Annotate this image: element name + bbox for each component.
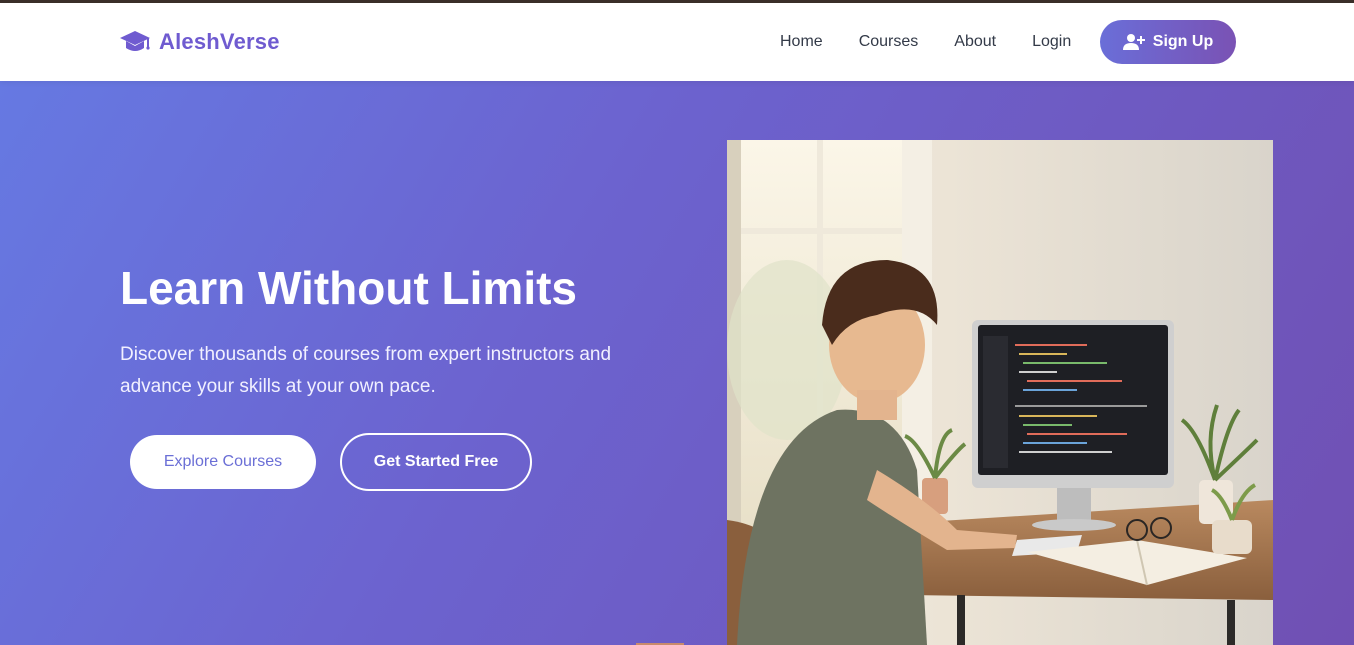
- user-plus-icon: [1122, 34, 1145, 50]
- hero-illustration: [727, 140, 1273, 645]
- main-nav: Home Courses About Login: [780, 3, 1107, 81]
- nav-link-courses[interactable]: Courses: [859, 33, 919, 51]
- signup-label: Sign Up: [1152, 33, 1214, 50]
- nav-link-home[interactable]: Home: [780, 33, 823, 51]
- signup-button[interactable]: Sign Up: [1100, 20, 1236, 64]
- explore-courses-button[interactable]: Explore Courses: [130, 435, 316, 489]
- brand-logo[interactable]: AleshVerse: [119, 27, 280, 57]
- nav-link-login[interactable]: Login: [1032, 33, 1071, 51]
- hero-section: Learn Without Limits Discover thousands …: [0, 81, 1354, 645]
- nav-link-about[interactable]: About: [954, 33, 996, 51]
- hero-title: Learn Without Limits: [120, 262, 578, 314]
- graduation-cap-icon: [120, 31, 150, 51]
- hero-subtitle: Discover thousands of courses from exper…: [120, 344, 612, 397]
- get-started-button[interactable]: Get Started Free: [340, 433, 532, 491]
- brand-name: AleshVerse: [159, 29, 280, 54]
- site-header: AleshVerse Home Courses About Login Sign…: [0, 3, 1354, 81]
